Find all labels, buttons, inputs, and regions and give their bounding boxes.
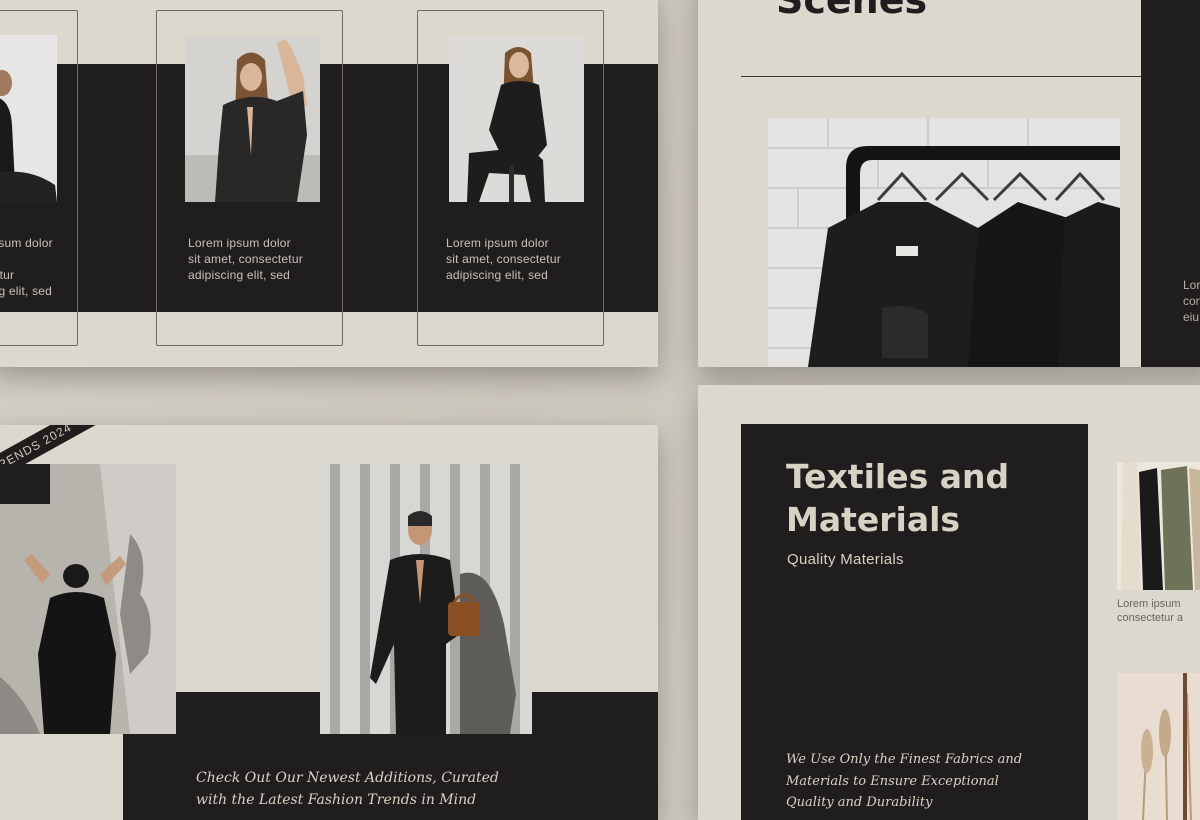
model-photo-3 (449, 35, 584, 202)
side-text: Lor con eiu (1183, 278, 1200, 324)
tagline-line-2: with the Latest Fashion Trends in Mind (196, 792, 477, 808)
garments-photo (1117, 462, 1200, 590)
textiles-title-1: Textiles and (786, 457, 1010, 496)
quote-line-3: Quality and Durability (786, 795, 933, 810)
banner-dark-corner (0, 464, 50, 504)
title-divider (741, 76, 1141, 77)
tagline-line-1: Check Out Our Newest Additions, Curated (196, 770, 499, 786)
model-photo-2 (185, 35, 320, 202)
model-photo-1 (0, 35, 57, 202)
quote-line-1: We Use Only the Finest Fabrics and (786, 752, 1023, 767)
pampas-photo (1117, 673, 1200, 820)
slide-trends[interactable]: TRENDS 2024 TRENDS 2024 TRENDS 2024 Chec… (0, 425, 658, 820)
woman-shadow-photo (0, 464, 176, 734)
scenes-title: Scenes (776, 0, 928, 22)
textiles-subtitle: Quality Materials (787, 551, 904, 568)
caption-2: Lorem ipsum dolor sit amet, consectetur … (188, 236, 303, 282)
clothing-rack-photo (768, 118, 1120, 367)
quote-line-2: Materials to Ensure Exceptional (786, 774, 999, 789)
woman-bag-photo (320, 464, 532, 734)
slide-scenes[interactable]: Scenes Lor con eiu (698, 0, 1200, 367)
caption-1: Lorem ipsum dolor sit amet, consectetur … (0, 236, 53, 298)
textiles-title-2: Materials (786, 500, 961, 539)
garments-caption: Lorem ipsum consectetur a (1117, 598, 1184, 624)
slide-textiles[interactable]: Textiles and Materials Quality Materials… (698, 385, 1200, 820)
caption-3: Lorem ipsum dolor sit amet, consectetur … (446, 236, 561, 282)
slide-models[interactable]: Lorem ipsum dolor sit amet, consectetur … (0, 0, 658, 367)
